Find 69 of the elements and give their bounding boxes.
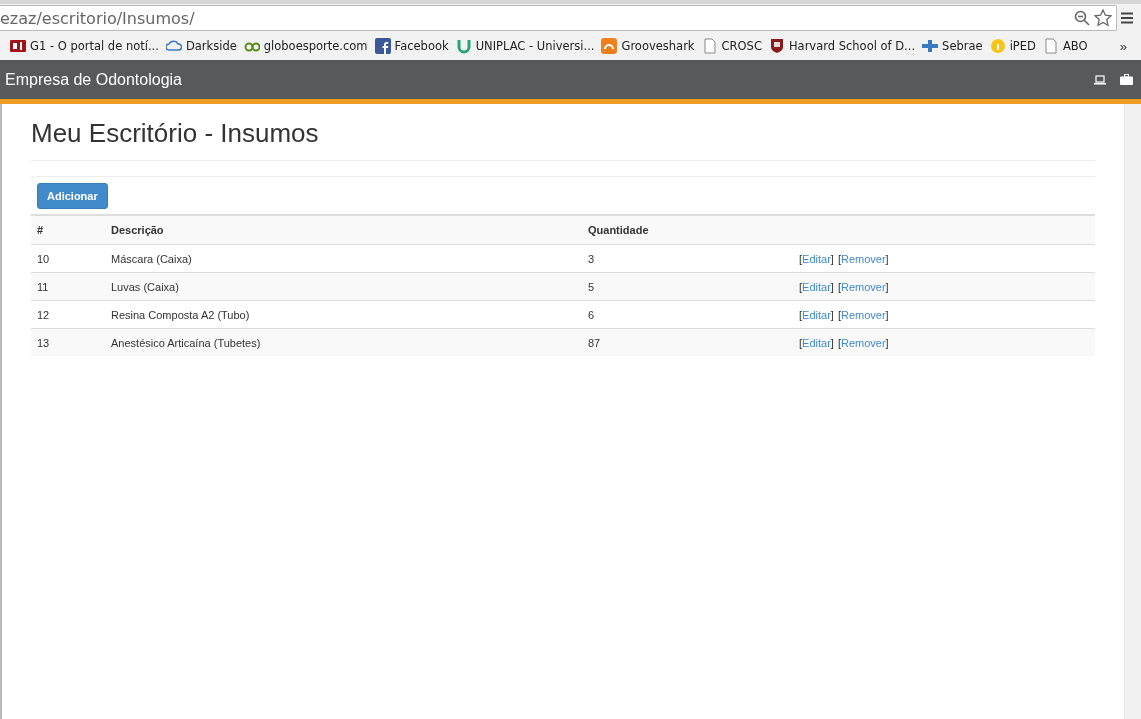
bracket-text: ] [885, 252, 889, 265]
table-cell-text: 13 [36, 336, 50, 349]
menu-icon[interactable] [1121, 12, 1133, 24]
action-link[interactable]: Remover [840, 336, 886, 349]
bookmark-link[interactable]: UNIPLAC - Universi... [453, 38, 600, 54]
g1-logo-icon [10, 38, 26, 54]
action-link[interactable]: Editar [802, 252, 831, 265]
bracket-text: ] [830, 280, 834, 293]
bracket-text: [ [837, 308, 841, 321]
zoom-icon[interactable] [1074, 10, 1090, 26]
table-cell-text: Máscara (Caixa) [110, 252, 192, 265]
column-header: Quantidade [587, 224, 649, 236]
bookmark-link[interactable]: Darkside [163, 38, 242, 54]
bracket-text: ] [885, 280, 889, 293]
bracket-text: [ [799, 252, 803, 265]
action-link[interactable]: Editar [802, 336, 831, 349]
cloud-icon [165, 38, 182, 54]
bracket-text: [ [837, 336, 841, 349]
table-cell-text: Resina Composta A2 (Tubo) [110, 308, 250, 321]
bookmark-link[interactable]: iPED [987, 38, 1041, 54]
sebrae-logo-icon [922, 38, 939, 54]
bracket-text: [ [799, 308, 803, 321]
bracket-text: ] [830, 308, 834, 321]
action-link[interactable]: Editar [802, 280, 831, 293]
bracket-text: [ [837, 252, 841, 265]
table-cell-text: 6 [587, 308, 595, 321]
bracket-text: [ [799, 280, 803, 293]
bracket-text: ] [830, 252, 834, 265]
table-cell-text: 3 [587, 252, 595, 265]
bookmark-link[interactable]: CROSC [699, 38, 767, 54]
star-icon[interactable] [1094, 9, 1112, 27]
bracket-text: ] [885, 336, 889, 349]
table-cell-text: 5 [587, 280, 595, 293]
bookmark-link[interactable]: Sebrae [920, 38, 988, 54]
bracket-text: [ [799, 336, 803, 349]
bookmark-link[interactable]: ABO [1040, 38, 1093, 54]
bookmark-link[interactable]: Harvard School of D... [766, 38, 921, 54]
url-text: ezaz/escritorio/Insumos/ [0, 8, 196, 28]
shield-icon [768, 38, 785, 54]
u-logo-icon [455, 38, 472, 54]
scrollbar-track[interactable] [1124, 104, 1141, 719]
bracket-text: ] [885, 308, 889, 321]
laptop-icon[interactable] [1094, 74, 1106, 85]
action-link[interactable]: Remover [840, 280, 886, 293]
briefcase-icon[interactable] [1120, 74, 1133, 85]
table-cell-text: 87 [587, 336, 601, 349]
page-title: Meu Escritório - Insumos [31, 118, 319, 149]
page-icon [1042, 38, 1059, 54]
table-cell-text: 11 [36, 280, 49, 293]
bookmark-link[interactable]: Grooveshark [599, 38, 700, 54]
bookmark-link[interactable]: G1 - O portal de notí... [8, 38, 164, 54]
action-link[interactable]: Editar [802, 308, 831, 321]
page-icon [701, 38, 718, 54]
action-link[interactable]: Remover [840, 252, 886, 265]
column-header: # [36, 224, 44, 236]
bookmark-link[interactable]: globoesporte.com [241, 38, 373, 54]
address-bar[interactable]: ezaz/escritorio/Insumos/ [0, 5, 1117, 31]
facebook-icon [374, 38, 391, 54]
more-bookmarks-button[interactable]: » [1119, 38, 1127, 54]
bracket-text: ] [830, 336, 834, 349]
column-header: Descrição [110, 224, 164, 236]
table-cell-text: Luvas (Caixa) [110, 280, 179, 293]
table-cell-text: 10 [36, 252, 50, 265]
bookmark-link[interactable]: Facebook [372, 38, 454, 54]
table-cell-text: 12 [36, 308, 50, 321]
action-link[interactable]: Remover [840, 308, 886, 321]
add-button[interactable]: Adicionar [37, 183, 108, 209]
bracket-text: [ [837, 280, 841, 293]
table-cell-text: Anestésico Articaína (Tubetes) [110, 336, 261, 349]
